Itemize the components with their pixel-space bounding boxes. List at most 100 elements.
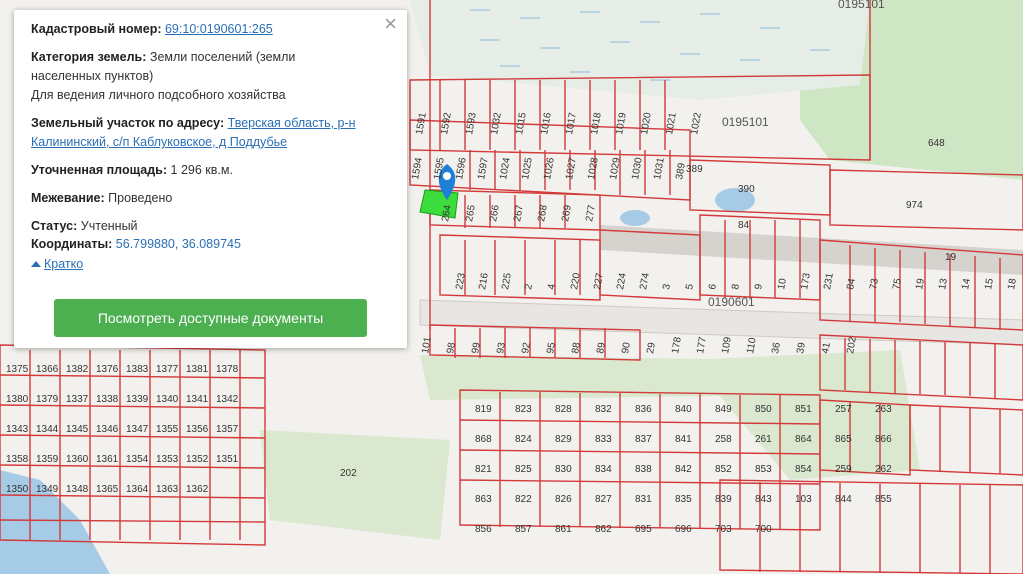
parcel-label: 1362 [186, 484, 209, 495]
address-link[interactable]: Тверская область, р-н [228, 116, 356, 130]
category-value-3: Для ведения личного подсобного хозяйства [31, 88, 286, 102]
category-row: Категория земель: Земли поселений (земли… [31, 48, 295, 105]
parcel-label: 1366 [36, 364, 59, 375]
parcel-label: 1347 [126, 424, 149, 435]
parcel-label: 257 [835, 404, 852, 415]
parcel-label: 1348 [66, 484, 89, 495]
quarter-label: 0195101 [722, 115, 769, 129]
parcel-label: 840 [675, 404, 692, 415]
parcel-label: 849 [715, 404, 732, 415]
parcel-label: 835 [675, 494, 692, 505]
parcel-label: 854 [795, 464, 812, 475]
area-row: Уточненная площадь: 1 296 кв.м. [31, 161, 233, 180]
survey-value: Проведено [108, 191, 173, 205]
parcel-label: 1378 [216, 364, 239, 375]
parcel-label: 1349 [36, 484, 59, 495]
quarter-label-mid: 0190601 [708, 295, 755, 309]
parcel-label: 831 [635, 494, 652, 505]
parcel-label: 695 [635, 524, 652, 535]
parcel-label: 389 [686, 164, 703, 175]
parcel-label: 827 [595, 494, 612, 505]
parcel-label: 1351 [216, 454, 239, 465]
parcel-label: 1354 [126, 454, 149, 465]
parcel-label: 865 [835, 434, 852, 445]
parcel-label: 853 [755, 464, 772, 475]
parcel-label: 1359 [36, 454, 59, 465]
address-link-2[interactable]: Калининский, с/п Каблуковское, д Поддубь… [31, 135, 287, 149]
cadastral-row: Кадастровый номер: 69:10:0190601:265 [31, 20, 273, 39]
parcel-label: 1350 [6, 484, 29, 495]
parcel-label: 841 [675, 434, 692, 445]
parcel-label: 261 [755, 434, 772, 445]
parcel-label: 824 [515, 434, 532, 445]
parcel-label: 819 [475, 404, 492, 415]
parcel-label: 833 [595, 434, 612, 445]
category-value: Земли поселений (земли [149, 50, 296, 64]
survey-row: Межевание: Проведено [31, 189, 172, 208]
close-icon[interactable]: × [384, 12, 397, 36]
parcel-label: 857 [515, 524, 532, 535]
parcel-label: 1340 [156, 394, 179, 405]
parcel-info-panel: × Кадастровый номер: 69:10:0190601:265 К… [14, 10, 407, 348]
coords-row: Координаты: 56.799880, 36.089745 [31, 235, 241, 254]
parcel-label: 826 [555, 494, 572, 505]
parcel-label: 830 [555, 464, 572, 475]
collapse-label: Кратко [44, 257, 84, 271]
cadastral-link[interactable]: 69:10:0190601:265 [165, 22, 273, 36]
parcel-label: 842 [675, 464, 692, 475]
parcel-label: 862 [595, 524, 612, 535]
parcel-label: 861 [555, 524, 572, 535]
parcel-label: 202 [340, 468, 357, 479]
parcel-label: 866 [875, 434, 892, 445]
parcel-label: 836 [635, 404, 652, 415]
collapse-toggle[interactable]: Кратко [31, 255, 83, 274]
parcel-label: 648 [928, 138, 945, 149]
parcel-label: 1344 [36, 424, 59, 435]
parcel-label: 103 [795, 494, 812, 505]
area-value: 1 296 кв.м. [170, 163, 233, 177]
parcel-label: 844 [835, 494, 852, 505]
parcel-label: 821 [475, 464, 492, 475]
parcel-label: 1375 [6, 364, 29, 375]
parcel-label: 1357 [216, 424, 239, 435]
parcel-label: 1363 [156, 484, 179, 495]
parcel-label: 258 [715, 434, 732, 445]
parcel-label: 1376 [96, 364, 119, 375]
parcel-label: 1360 [66, 454, 89, 465]
parcel-label: 829 [555, 434, 572, 445]
area-label: Уточненная площадь: [31, 163, 168, 177]
status-label: Статус: [31, 219, 78, 233]
parcel-label: 1358 [6, 454, 29, 465]
parcel-label: 1343 [6, 424, 29, 435]
parcel-label: 1364 [126, 484, 149, 495]
parcel-label: 19 [945, 252, 957, 263]
parcel-label: 828 [555, 404, 572, 415]
parcel-label: 855 [875, 494, 892, 505]
caret-up-icon [31, 261, 41, 267]
parcel-label: 1342 [216, 394, 239, 405]
parcel-label: 259 [835, 464, 852, 475]
status-value: Учтенный [80, 219, 138, 233]
parcel-label: 1346 [96, 424, 119, 435]
parcel-label: 84 [738, 220, 750, 231]
parcel-label: 262 [875, 464, 892, 475]
parcel-label: 263 [875, 404, 892, 415]
parcel-label: 834 [595, 464, 612, 475]
address-row: Земельный участок по адресу: Тверская об… [31, 114, 356, 152]
category-value-2: населенных пунктов) [31, 69, 154, 83]
pond [620, 210, 650, 226]
parcel-label: 832 [595, 404, 612, 415]
survey-label: Межевание: [31, 191, 105, 205]
parcel-label: 825 [515, 464, 532, 475]
view-documents-button[interactable]: Посмотреть доступные документы [54, 299, 367, 337]
parcel-label: 696 [675, 524, 692, 535]
parcel-label: 1380 [6, 394, 29, 405]
quarter-label-top: 0195101 [838, 0, 885, 11]
parcel-label: 1338 [96, 394, 119, 405]
parcel-label: 1341 [186, 394, 209, 405]
parcel-label: 1353 [156, 454, 179, 465]
coords-label: Координаты: [31, 237, 113, 251]
parcel-label: 823 [515, 404, 532, 415]
parcel-label: 1352 [186, 454, 209, 465]
parcel-label: 1339 [126, 394, 149, 405]
